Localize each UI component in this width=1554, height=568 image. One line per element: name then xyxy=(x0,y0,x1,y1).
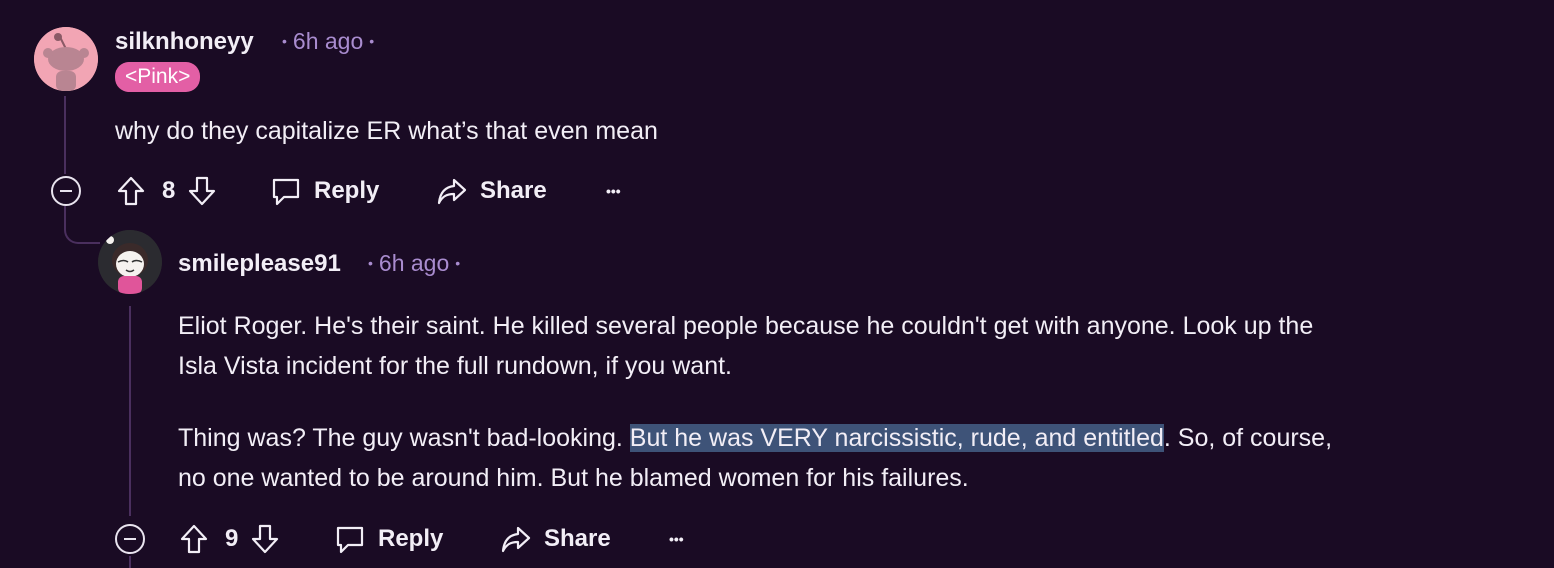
user-flair: <Pink> xyxy=(115,62,201,92)
text-segment: Thing was? The guy wasn't bad-looking. xyxy=(178,424,630,452)
avatar[interactable] xyxy=(34,27,98,91)
paragraph-line: Eliot Roger. He's their saint. He killed… xyxy=(178,312,1314,340)
comment-username[interactable]: smileplease91 xyxy=(178,250,341,278)
comment-time[interactable]: 6h ago xyxy=(293,28,363,54)
comment-username[interactable]: silknhoneyy xyxy=(115,28,254,56)
thread-connector xyxy=(64,206,100,244)
upvote-icon[interactable] xyxy=(116,175,146,207)
paragraph-line: no one wanted to be around him. But he b… xyxy=(178,464,969,492)
comment-time[interactable]: 6h ago xyxy=(379,250,449,276)
more-options-button[interactable]: ••• xyxy=(669,524,684,554)
collapse-thread-button[interactable] xyxy=(51,176,81,206)
share-button[interactable]: Share xyxy=(436,174,547,208)
comment-meta: • 6h ago • xyxy=(362,250,466,277)
avatar[interactable] xyxy=(98,230,162,294)
thread-line-reply xyxy=(129,306,131,516)
share-button[interactable]: Share xyxy=(500,522,611,556)
thread-line-reply-bottom xyxy=(129,556,131,568)
reply-icon xyxy=(270,175,302,207)
vote-group: 9 xyxy=(179,522,280,556)
comment-paragraph: Thing was? The guy wasn't bad-looking. B… xyxy=(178,418,1332,498)
reply-label: Reply xyxy=(314,177,380,204)
separator-dot: • xyxy=(455,254,461,271)
comment-text: why do they capitalize ER what’s that ev… xyxy=(115,117,658,145)
paragraph-line: Thing was? The guy wasn't bad-looking. B… xyxy=(178,418,1332,458)
thread-line-root xyxy=(64,96,66,174)
paragraph-line: Isla Vista incident for the full rundown… xyxy=(178,352,733,380)
separator-dot: • xyxy=(368,254,373,271)
collapse-thread-button[interactable] xyxy=(115,524,145,554)
vote-count: 9 xyxy=(225,525,239,552)
vote-count: 8 xyxy=(162,177,176,204)
share-label: Share xyxy=(480,177,547,204)
downvote-icon[interactable] xyxy=(250,523,280,555)
selected-text-highlight: But he was VERY narcissistic, rude, and … xyxy=(629,424,1164,452)
snoo-avatar-icon xyxy=(34,27,98,91)
reply-icon xyxy=(334,523,366,555)
share-icon xyxy=(436,175,468,207)
comment-meta: • 6h ago • xyxy=(276,28,380,55)
separator-dot: • xyxy=(282,32,287,49)
reply-button[interactable]: Reply xyxy=(270,174,379,208)
more-options-icon: ••• xyxy=(606,183,621,199)
reply-button[interactable]: Reply xyxy=(334,522,443,556)
downvote-icon[interactable] xyxy=(187,175,217,207)
comment-body: why do they capitalize ER what’s that ev… xyxy=(115,111,658,151)
more-options-icon: ••• xyxy=(669,531,684,547)
share-icon xyxy=(500,523,532,555)
reply-label: Reply xyxy=(378,525,444,552)
upvote-icon[interactable] xyxy=(179,523,209,555)
text-segment: . So, of course, xyxy=(1163,424,1333,452)
comment-paragraph: Eliot Roger. He's their saint. He killed… xyxy=(178,306,1313,386)
share-label: Share xyxy=(544,525,611,552)
custom-avatar-icon xyxy=(98,230,162,294)
more-options-button[interactable]: ••• xyxy=(606,176,621,206)
vote-group: 8 xyxy=(116,174,217,208)
separator-dot: • xyxy=(369,32,375,49)
